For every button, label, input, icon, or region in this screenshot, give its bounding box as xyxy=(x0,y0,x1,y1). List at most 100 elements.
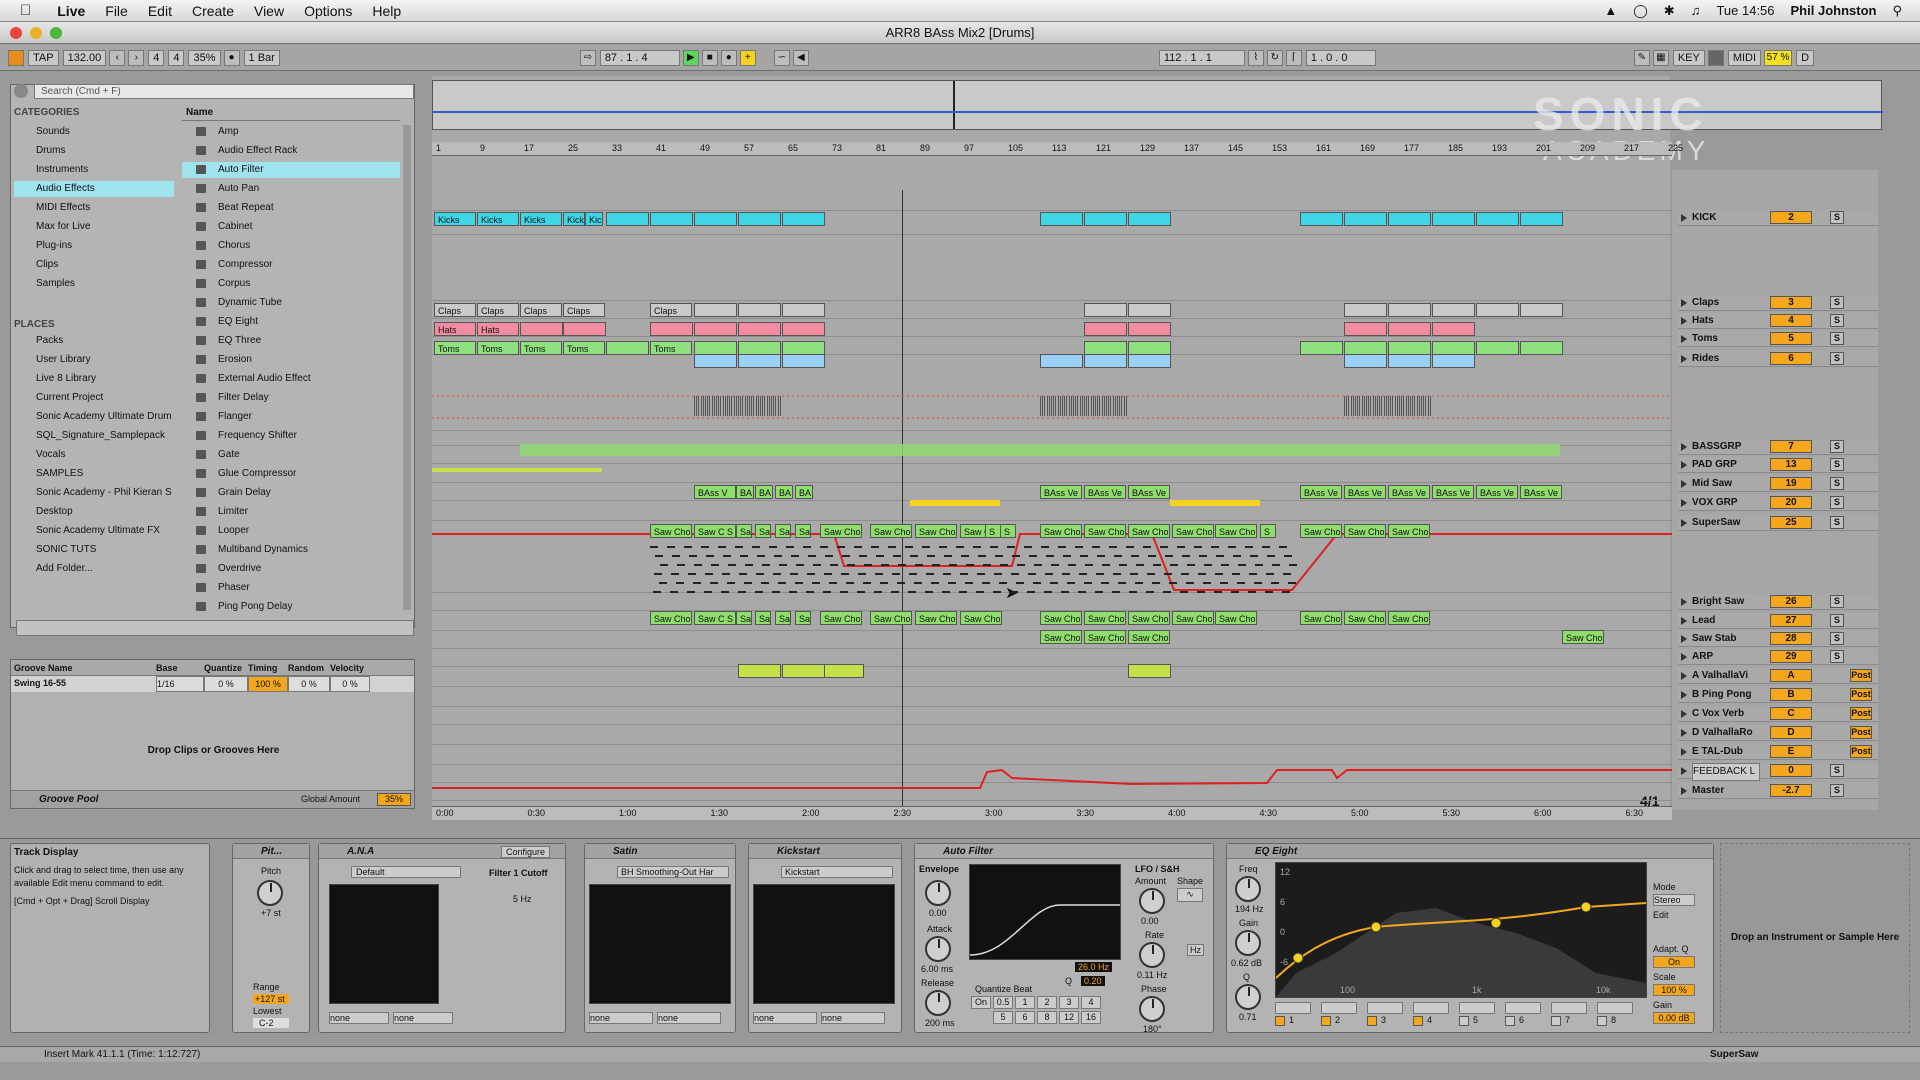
kickstart-preset[interactable]: Kickstart xyxy=(781,866,893,878)
eq-band-type-select[interactable] xyxy=(1275,1002,1311,1014)
minimize-icon[interactable] xyxy=(30,27,42,39)
browser-item[interactable]: Erosion xyxy=(182,352,400,368)
browser-item[interactable]: External Audio Effect xyxy=(182,371,400,387)
arrangement-clip[interactable] xyxy=(694,212,737,226)
release-knob[interactable] xyxy=(925,990,951,1016)
pitch-device[interactable]: Pit... Pitch +7 st Range +127 st Lowest … xyxy=(232,843,310,1033)
punch-out-icon[interactable]: ⌈ xyxy=(1285,49,1302,66)
track-solo-button[interactable]: S xyxy=(1830,477,1844,490)
key-map-button[interactable]: KEY xyxy=(1672,49,1705,66)
browser-item[interactable]: EQ Eight xyxy=(182,314,400,330)
lfo-shape-icon[interactable]: ∿ xyxy=(1177,888,1203,902)
eq-gain-knob[interactable] xyxy=(1235,930,1261,956)
track-header[interactable]: Bright Saw 26 S xyxy=(1678,594,1878,610)
quantize-beat-button[interactable]: On xyxy=(971,996,991,1009)
arrangement-clip[interactable] xyxy=(1128,212,1171,226)
quantize-beat-button[interactable]: 1 xyxy=(1015,996,1035,1009)
track-fold-icon[interactable] xyxy=(1681,214,1687,222)
browser-item[interactable]: Phaser xyxy=(182,580,400,596)
eq-band-2-handle[interactable] xyxy=(1370,921,1382,933)
ext-sync-icon[interactable] xyxy=(8,49,24,66)
quantize-menu[interactable]: 1 Bar xyxy=(243,49,280,66)
close-icon[interactable] xyxy=(10,27,22,39)
nudge-down-icon[interactable]: ‹ xyxy=(109,49,126,66)
arrangement-clip[interactable]: Toms xyxy=(434,341,476,355)
category-audio-effects[interactable]: Audio Effects xyxy=(14,181,174,197)
track-fold-icon[interactable] xyxy=(1681,710,1687,718)
range-value[interactable]: +127 st xyxy=(253,994,289,1004)
bar-ruler[interactable]: 1 9 17 25 33 41 49 57 65 73 81 89 97 105 113 121 129 137 1… xyxy=(432,142,1683,156)
arrangement-clip[interactable] xyxy=(1040,354,1083,368)
signature-denominator[interactable]: 4 xyxy=(168,49,185,66)
arrangement-clip[interactable]: Saw C S xyxy=(694,611,736,625)
arrangement-clip[interactable]: Saw Cho xyxy=(870,611,912,625)
track-number[interactable]: E xyxy=(1770,745,1812,758)
track-header[interactable]: Mid Saw 19 S xyxy=(1678,476,1878,492)
track-number[interactable]: 2 xyxy=(1770,211,1812,224)
arrangement-clip[interactable] xyxy=(1084,341,1127,355)
category-clips[interactable]: Clips xyxy=(14,257,174,273)
arrangement-clip[interactable]: S xyxy=(1000,524,1016,538)
menu-create[interactable]: Create xyxy=(192,3,234,19)
eq-band-type-select[interactable] xyxy=(1551,1002,1587,1014)
filter-freq-value[interactable]: 26.0 Hz xyxy=(1075,962,1113,972)
track-fold-icon[interactable] xyxy=(1681,299,1687,307)
track-header[interactable]: ARP 29 S xyxy=(1678,649,1878,665)
track-fold-icon[interactable] xyxy=(1681,748,1687,756)
ana-device[interactable]: A.N.A Configure Default Filter 1 Cutoff … xyxy=(318,843,566,1033)
arrangement-clip[interactable]: BAss Ve xyxy=(1300,485,1342,499)
arrangement-clip[interactable]: Sa xyxy=(736,611,752,625)
clock[interactable]: Tue 14:56 xyxy=(1716,3,1774,19)
arrangement-clip[interactable]: Saw Cho xyxy=(960,611,1002,625)
arrangement-clip[interactable]: Toms xyxy=(650,341,692,355)
arrangement-clip[interactable] xyxy=(1388,303,1431,317)
track-header[interactable]: Toms 5 S xyxy=(1678,331,1878,347)
metronome-icon[interactable]: ● xyxy=(223,49,240,66)
browser-item[interactable]: Beat Repeat xyxy=(182,200,400,216)
track-number[interactable]: B xyxy=(1770,688,1812,701)
arrangement-clip[interactable] xyxy=(782,212,825,226)
place-item[interactable]: Desktop xyxy=(14,504,174,520)
arrangement-clip[interactable]: Saw Cho xyxy=(1344,524,1386,538)
eq-band-toggle[interactable] xyxy=(1505,1016,1515,1026)
arrangement-clip[interactable]: BA xyxy=(775,485,793,499)
track-number[interactable]: 0 xyxy=(1770,764,1812,777)
track-fold-icon[interactable] xyxy=(1681,443,1687,451)
track-fold-icon[interactable] xyxy=(1681,787,1687,795)
satin-device[interactable]: Satin BH Smoothing-Out Har none none xyxy=(584,843,736,1033)
arrangement-clip[interactable]: Kicks xyxy=(477,212,519,226)
ana-configure-button[interactable]: Configure xyxy=(501,846,551,858)
browser-item[interactable]: Chorus xyxy=(182,238,400,254)
eq-band-type-select[interactable] xyxy=(1367,1002,1403,1014)
track-header[interactable]: BASSGRP 7 S xyxy=(1678,439,1878,455)
arrangement-clip[interactable]: BAss Ve xyxy=(1432,485,1474,499)
eq-band-toggle[interactable] xyxy=(1321,1016,1331,1026)
track-header[interactable]: Saw Stab 28 S xyxy=(1678,631,1878,647)
arrangement-clip[interactable] xyxy=(738,322,781,336)
arrangement-clip[interactable]: Saw Cho xyxy=(1215,611,1257,625)
arrangement-clip[interactable]: Saw Cho xyxy=(1084,630,1126,644)
track-number[interactable]: 27 xyxy=(1770,614,1812,627)
eq-freq-knob[interactable] xyxy=(1235,876,1261,902)
quantize-beat-button[interactable]: 4 xyxy=(1081,996,1101,1009)
track-number[interactable]: 26 xyxy=(1770,595,1812,608)
arrangement-clip[interactable] xyxy=(1520,212,1563,226)
arrangement-clip[interactable] xyxy=(824,664,864,678)
track-fold-icon[interactable] xyxy=(1681,335,1687,343)
punch-in-icon[interactable]: ⌇ xyxy=(1247,49,1264,66)
eq-band-toggle[interactable] xyxy=(1597,1016,1607,1026)
eq-band-toggle[interactable] xyxy=(1413,1016,1423,1026)
preview-bar[interactable] xyxy=(16,620,414,636)
kickstart-device[interactable]: Kickstart Kickstart none none xyxy=(748,843,902,1033)
track-header[interactable]: Hats 4 S xyxy=(1678,313,1878,329)
track-solo-button[interactable]: S xyxy=(1830,352,1844,365)
eq-scale-value[interactable]: 100 % xyxy=(1653,984,1695,996)
eq-band-toggle[interactable] xyxy=(1275,1016,1285,1026)
lfo-amount-knob[interactable] xyxy=(1139,888,1165,914)
menu-help[interactable]: Help xyxy=(372,3,401,19)
quantize-beat-button[interactable]: 8 xyxy=(1037,1011,1057,1024)
wifi-icon[interactable]: ◯ xyxy=(1633,3,1648,19)
arrangement-clip[interactable] xyxy=(1084,212,1127,226)
arrangement-clip[interactable]: Saw Cho xyxy=(1040,630,1082,644)
pitch-knob[interactable] xyxy=(257,880,283,906)
